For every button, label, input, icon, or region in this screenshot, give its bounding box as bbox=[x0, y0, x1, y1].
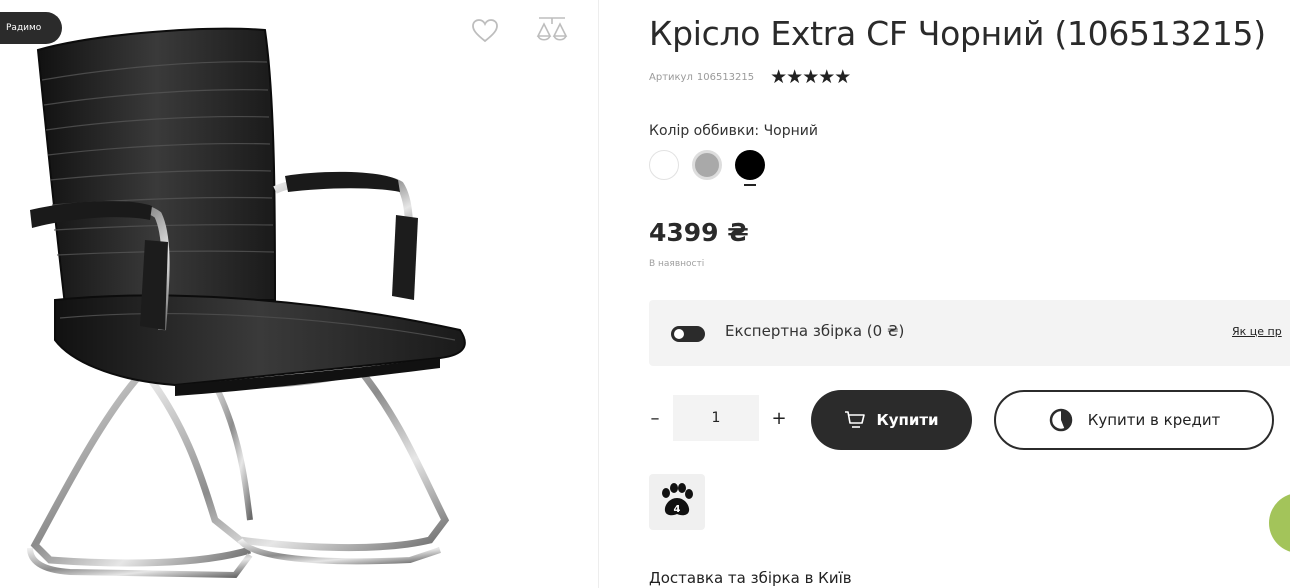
paw-number: 4 bbox=[674, 504, 681, 515]
color-swatch-grey[interactable] bbox=[692, 150, 722, 180]
scales-icon bbox=[536, 17, 568, 41]
color-label: Колір оббивки: Чорний bbox=[649, 123, 818, 139]
sku-value: 106513215 bbox=[696, 71, 755, 83]
assembly-panel: Експертна збірка (0 ₴) Як це пр bbox=[649, 300, 1290, 366]
quantity-input[interactable] bbox=[673, 395, 759, 441]
product-price: 4399 ₴ bbox=[649, 218, 749, 247]
product-info: Крісло Extra CF Чорний (106513215) Артик… bbox=[649, 0, 1290, 588]
cart-icon bbox=[845, 411, 866, 428]
product-gallery: Радимо bbox=[0, 0, 600, 588]
assembly-label: Експертна збірка (0 ₴) bbox=[725, 322, 905, 340]
assembly-toggle[interactable] bbox=[671, 326, 705, 342]
color-swatch-black[interactable] bbox=[735, 150, 765, 186]
credit-button-label: Купити в кредит bbox=[1087, 411, 1221, 429]
product-page: Радимо Крісло Extra CF Чорний (106513215… bbox=[0, 0, 1290, 588]
compare-button[interactable] bbox=[535, 14, 569, 46]
buy-button-label: Купити bbox=[876, 411, 939, 429]
pie-chart-icon bbox=[1049, 408, 1072, 432]
stock-status: В наявності bbox=[649, 259, 705, 269]
sku-label: Артикул bbox=[649, 71, 693, 83]
rating-stars[interactable]: ★★★★★ bbox=[770, 66, 851, 88]
recommended-badge: Радимо bbox=[0, 12, 62, 44]
buy-on-credit-button[interactable]: Купити в кредит bbox=[994, 390, 1274, 450]
delivery-title: Доставка та збірка в Київ bbox=[649, 569, 852, 587]
color-swatches bbox=[649, 150, 778, 190]
section-divider bbox=[598, 0, 599, 588]
pet-friendly-badge: 4 bbox=[649, 474, 705, 530]
quantity-increase-button[interactable]: + bbox=[768, 404, 790, 434]
assembly-info-link[interactable]: Як це пр bbox=[1232, 325, 1282, 338]
color-swatch-white[interactable] bbox=[649, 150, 679, 180]
toggle-knob bbox=[674, 329, 684, 339]
product-title: Крісло Extra CF Чорний (106513215) bbox=[649, 14, 1266, 53]
paw-icon: 4 bbox=[662, 483, 693, 516]
wishlist-button[interactable] bbox=[470, 16, 500, 46]
buy-button[interactable]: Купити bbox=[811, 390, 972, 450]
product-image[interactable] bbox=[0, 0, 600, 588]
quantity-decrease-button[interactable]: – bbox=[644, 404, 666, 434]
sku-row: Артикул 106513215 ★★★★★ bbox=[649, 66, 851, 88]
heart-icon bbox=[472, 19, 498, 43]
